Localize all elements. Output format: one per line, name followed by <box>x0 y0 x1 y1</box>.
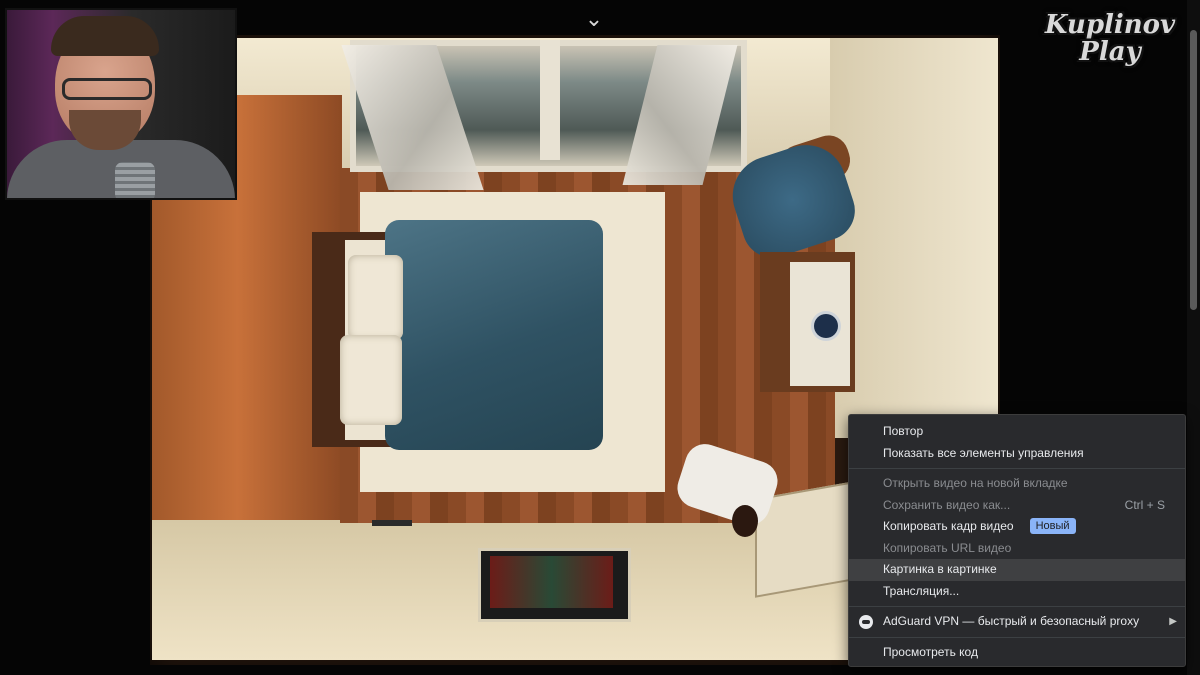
window-frame <box>540 40 560 160</box>
bed-duvet <box>385 220 603 450</box>
pillow <box>348 255 403 340</box>
menu-item-label: Просмотреть код <box>883 644 978 659</box>
logo-line-2: Play <box>1079 37 1141 67</box>
logo-line-1: Kuplinov <box>1044 10 1176 40</box>
chevron-down-icon[interactable]: ⌄ <box>582 8 606 30</box>
menu-item-label: Открыть видео на новой вкладке <box>883 476 1068 490</box>
menu-item-shortcut: Ctrl + S <box>1124 497 1165 512</box>
menu-item-loop[interactable]: Повтор <box>849 421 1185 443</box>
menu-item-label: Картинка в картинке <box>883 562 997 576</box>
menu-separator <box>849 468 1185 469</box>
menu-item-label: Показать все элементы управления <box>883 445 1084 460</box>
desk-lamp <box>814 314 838 338</box>
pillow <box>340 335 402 425</box>
channel-logo: Kuplinov Play <box>1035 12 1185 72</box>
entry-rug-pattern <box>490 556 613 608</box>
microphone-icon <box>115 162 155 198</box>
menu-item-copy-video-url: Копировать URL видео <box>849 538 1185 560</box>
menu-item-cast[interactable]: Трансляция... <box>849 581 1185 603</box>
context-menu: Повтор Показать все элементы управления … <box>848 414 1186 667</box>
adguard-icon <box>859 615 873 629</box>
menu-item-label: Сохранить видео как... <box>883 497 1011 512</box>
webcam-overlay <box>5 8 237 200</box>
menu-item-label: Копировать URL видео <box>883 540 1012 555</box>
menu-separator <box>849 606 1185 607</box>
menu-item-save-video: Сохранить видео как... Ctrl + S <box>849 495 1185 517</box>
new-badge: Новый <box>1029 517 1076 534</box>
menu-separator <box>849 636 1185 638</box>
menu-item-inspect[interactable]: Просмотреть код <box>849 642 1185 664</box>
room-wall-right <box>830 38 998 438</box>
menu-item-show-controls[interactable]: Показать все элементы управления <box>849 443 1185 465</box>
character-head <box>732 505 758 537</box>
menu-item-label: Копировать кадр видео <box>883 519 1014 533</box>
scrollbar-thumb[interactable] <box>1190 30 1197 310</box>
menu-item-open-video-new-tab: Открыть видео на новой вкладке <box>849 473 1185 495</box>
webcam-person-hair <box>51 16 159 56</box>
menu-item-copy-frame[interactable]: Копировать кадр видео Новый <box>849 516 1185 538</box>
webcam-person-glasses <box>62 78 152 100</box>
menu-item-label: AdGuard VPN — быстрый и безопасный proxy <box>883 614 1140 628</box>
menu-item-label: Повтор <box>883 424 924 438</box>
menu-item-adguard-vpn[interactable]: AdGuard VPN — быстрый и безопасный proxy… <box>849 611 1185 633</box>
menu-item-label: Трансляция... <box>883 583 960 598</box>
floor-vent <box>372 520 412 526</box>
menu-item-picture-in-picture[interactable]: Картинка в картинке <box>849 559 1185 581</box>
submenu-arrow-icon: ▶ <box>1169 616 1177 627</box>
